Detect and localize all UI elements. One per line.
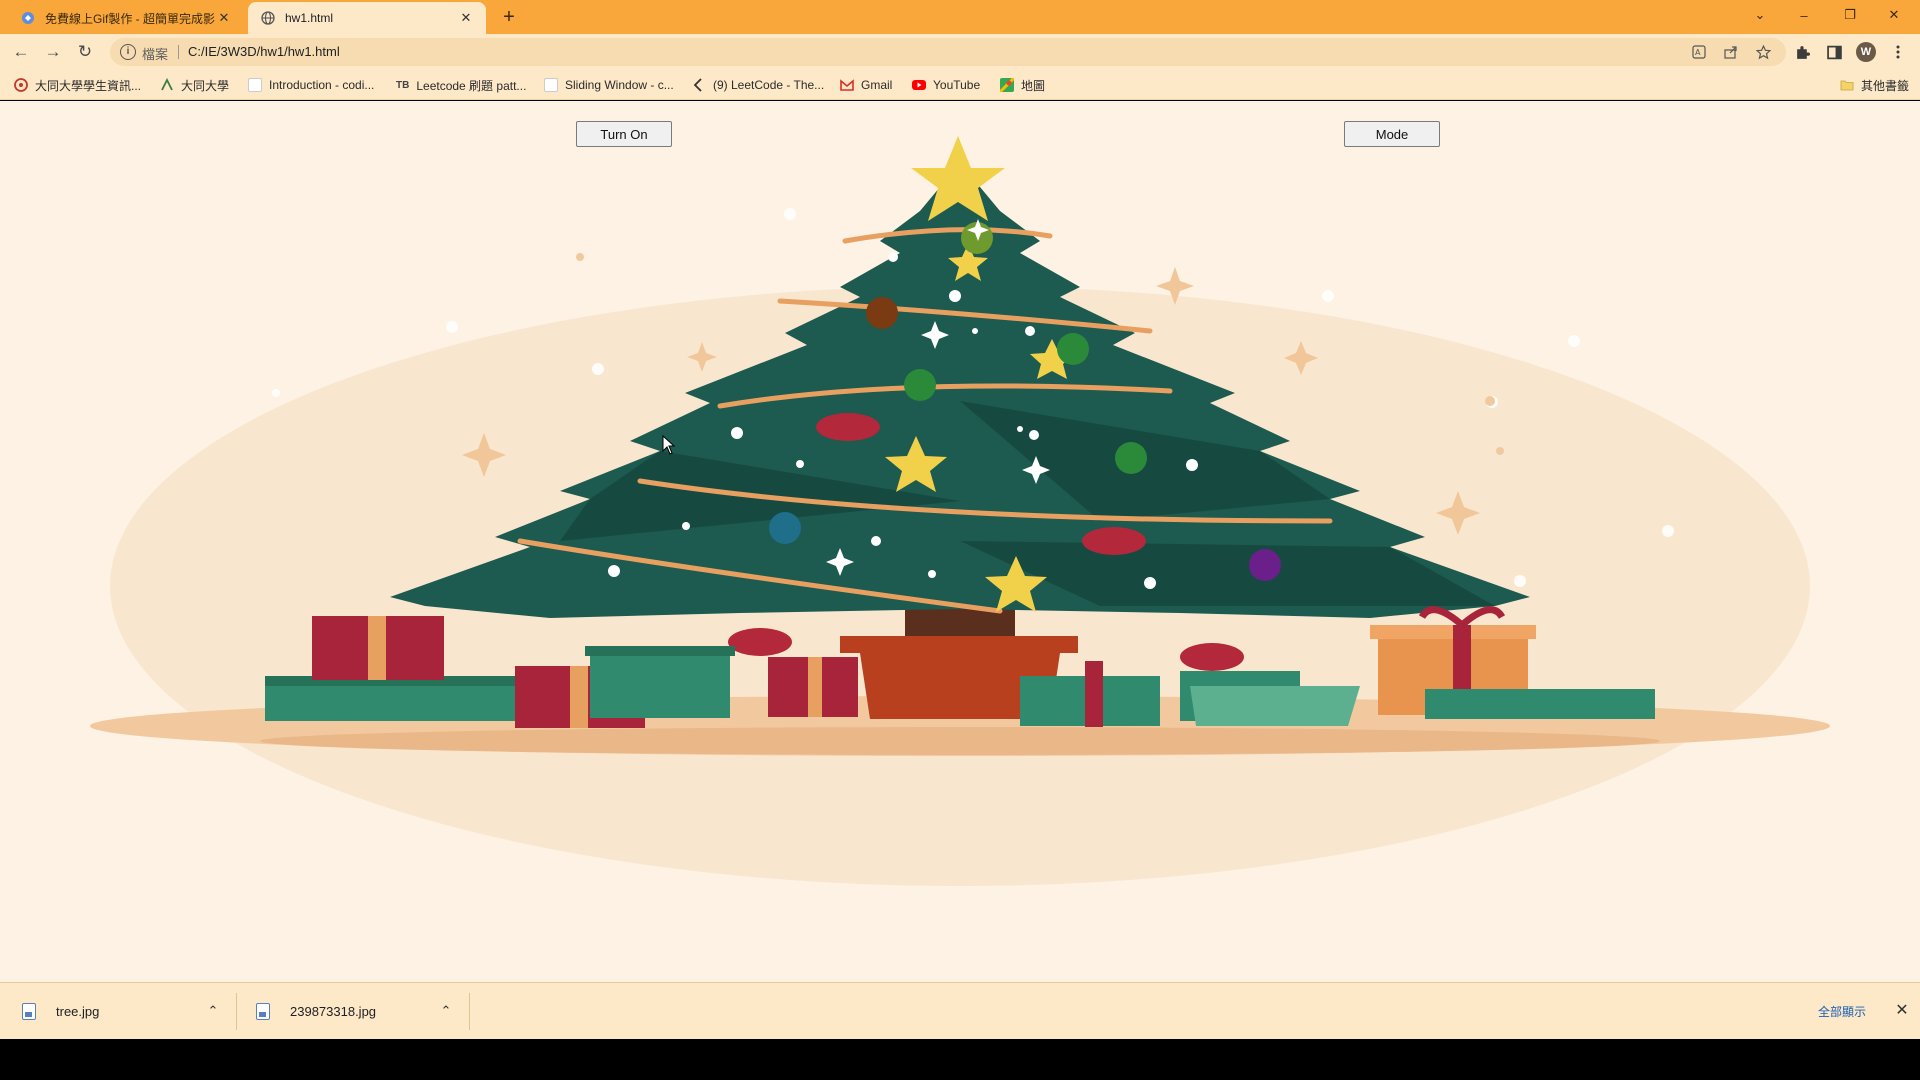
download-bar: tree.jpg ⌃ 239873318.jpg ⌃ 全部顯示 ✕ — [0, 982, 1920, 1039]
bookmark-gmail[interactable]: Gmail — [840, 76, 892, 94]
tb-icon: TB — [396, 79, 410, 91]
bookmark-youtube[interactable]: YouTube — [912, 76, 980, 94]
extensions-puzzle-icon[interactable] — [1790, 40, 1814, 64]
tab-hw1[interactable]: hw1.html ✕ — [248, 2, 486, 34]
browser-toolbar: ← → ↻ i 檔案 C:/IE/3W3D/hw1/hw1.html A W — [0, 34, 1920, 70]
screen-bottom-letterbox — [0, 1039, 1920, 1080]
bookmark-introduction[interactable]: Introduction - codi... — [248, 76, 374, 94]
download-item-tree[interactable]: tree.jpg — [22, 983, 99, 1040]
bookmark-label: 其他書籤 — [1861, 78, 1910, 93]
omnibox-divider — [178, 45, 179, 59]
show-all-downloads-link[interactable]: 全部顯示 — [1818, 1003, 1866, 1020]
share-icon[interactable] — [1722, 43, 1740, 61]
bookmark-label: Gmail — [861, 78, 893, 92]
bookmark-star-icon[interactable] — [1754, 43, 1772, 61]
bookmark-sliding-window[interactable]: Sliding Window - c... — [544, 76, 674, 94]
url-scheme-label: 檔案 — [142, 47, 169, 62]
site-info-icon[interactable]: i — [120, 44, 136, 60]
restore-button[interactable]: ❐ — [1828, 0, 1872, 30]
leetcode-icon — [692, 78, 706, 92]
globe-icon — [260, 10, 276, 26]
url-text[interactable]: C:/IE/3W3D/hw1/hw1.html — [188, 44, 340, 59]
tab-gif-maker[interactable]: 免費線上Gif製作 - 超簡單完成影 ✕ — [8, 2, 244, 34]
tab-title: 免費線上Gif製作 - 超簡單完成影 — [45, 11, 215, 26]
page-viewport: Turn On Mode — [0, 101, 1920, 982]
tab-search-chevron-down-icon[interactable]: ⌄ — [1738, 0, 1782, 30]
bookmark-leetcode[interactable]: (9) LeetCode - The... — [692, 76, 824, 94]
menu-kebab-icon[interactable] — [1886, 40, 1910, 64]
download-filename: 239873318.jpg — [290, 1004, 377, 1019]
bookmark-label: Introduction - codi... — [269, 78, 375, 92]
bookmark-label: Leetcode 刷題 patt... — [416, 78, 527, 93]
bookmark-label: (9) LeetCode - The... — [713, 78, 825, 92]
gif-maker-favicon-icon — [20, 10, 36, 26]
tab-strip: 免費線上Gif製作 - 超簡單完成影 ✕ hw1.html ✕ + ⌄ – ❐ … — [0, 0, 1920, 34]
christmas-tree-illustration — [90, 136, 1830, 886]
page-icon — [544, 78, 558, 92]
svg-text:A: A — [1695, 48, 1701, 57]
bookmark-label: 大同大學 — [181, 78, 230, 93]
tab-title: hw1.html — [285, 11, 334, 25]
bookmark-label: YouTube — [933, 78, 981, 92]
bookmarks-bar: 大同大學學生資訊... 大同大學 Introduction - codi... … — [0, 70, 1920, 100]
bookmark-label: Sliding Window - c... — [565, 78, 674, 92]
bookmark-label: 大同大學學生資訊... — [35, 78, 142, 93]
back-button[interactable]: ← — [8, 39, 34, 65]
tab-close-icon[interactable]: ✕ — [216, 10, 232, 26]
bookmark-label: 地圖 — [1021, 78, 1046, 93]
gmail-icon — [840, 78, 854, 92]
turn-on-button[interactable]: Turn On — [576, 121, 672, 147]
address-bar[interactable]: i 檔案 C:/IE/3W3D/hw1/hw1.html A — [110, 38, 1786, 66]
tatung-portal-icon — [14, 78, 28, 92]
new-tab-button[interactable]: + — [498, 6, 520, 28]
bookmark-maps[interactable]: 地圖 — [1000, 76, 1045, 94]
tatung-icon — [160, 78, 174, 92]
tab-close-icon[interactable]: ✕ — [458, 10, 474, 26]
chevron-up-icon[interactable]: ⌃ — [437, 1002, 455, 1020]
forward-button[interactable]: → — [40, 39, 66, 65]
maps-icon — [1000, 78, 1014, 92]
download-divider — [469, 993, 470, 1030]
download-item-239873318[interactable]: 239873318.jpg — [256, 983, 376, 1040]
folder-icon — [1840, 78, 1854, 92]
youtube-icon — [912, 78, 926, 92]
mouse-cursor-icon — [662, 434, 676, 460]
page-icon — [248, 78, 262, 92]
bookmark-tatung-portal[interactable]: 大同大學學生資訊... — [14, 76, 141, 94]
image-file-icon — [256, 1003, 270, 1020]
browser-window: 免費線上Gif製作 - 超簡單完成影 ✕ hw1.html ✕ + ⌄ – ❐ … — [0, 0, 1920, 1080]
download-filename: tree.jpg — [56, 1004, 100, 1019]
bookmark-leetcode-patterns[interactable]: TB Leetcode 刷題 patt... — [396, 76, 526, 94]
close-download-bar-icon[interactable]: ✕ — [1892, 1001, 1912, 1021]
reload-button[interactable]: ↻ — [72, 39, 98, 65]
bookmark-tatung[interactable]: 大同大學 — [160, 76, 229, 94]
image-file-icon — [22, 1003, 36, 1020]
chevron-up-icon[interactable]: ⌃ — [204, 1002, 222, 1020]
close-window-button[interactable]: ✕ — [1872, 0, 1916, 30]
profile-avatar[interactable]: W — [1856, 42, 1876, 62]
translate-icon[interactable]: A — [1690, 43, 1708, 61]
download-divider — [236, 993, 237, 1030]
mode-button[interactable]: Mode — [1344, 121, 1440, 147]
minimize-button[interactable]: – — [1782, 0, 1826, 30]
side-panel-icon[interactable] — [1822, 40, 1846, 64]
other-bookmarks-folder[interactable]: 其他書籤 — [1840, 76, 1909, 94]
